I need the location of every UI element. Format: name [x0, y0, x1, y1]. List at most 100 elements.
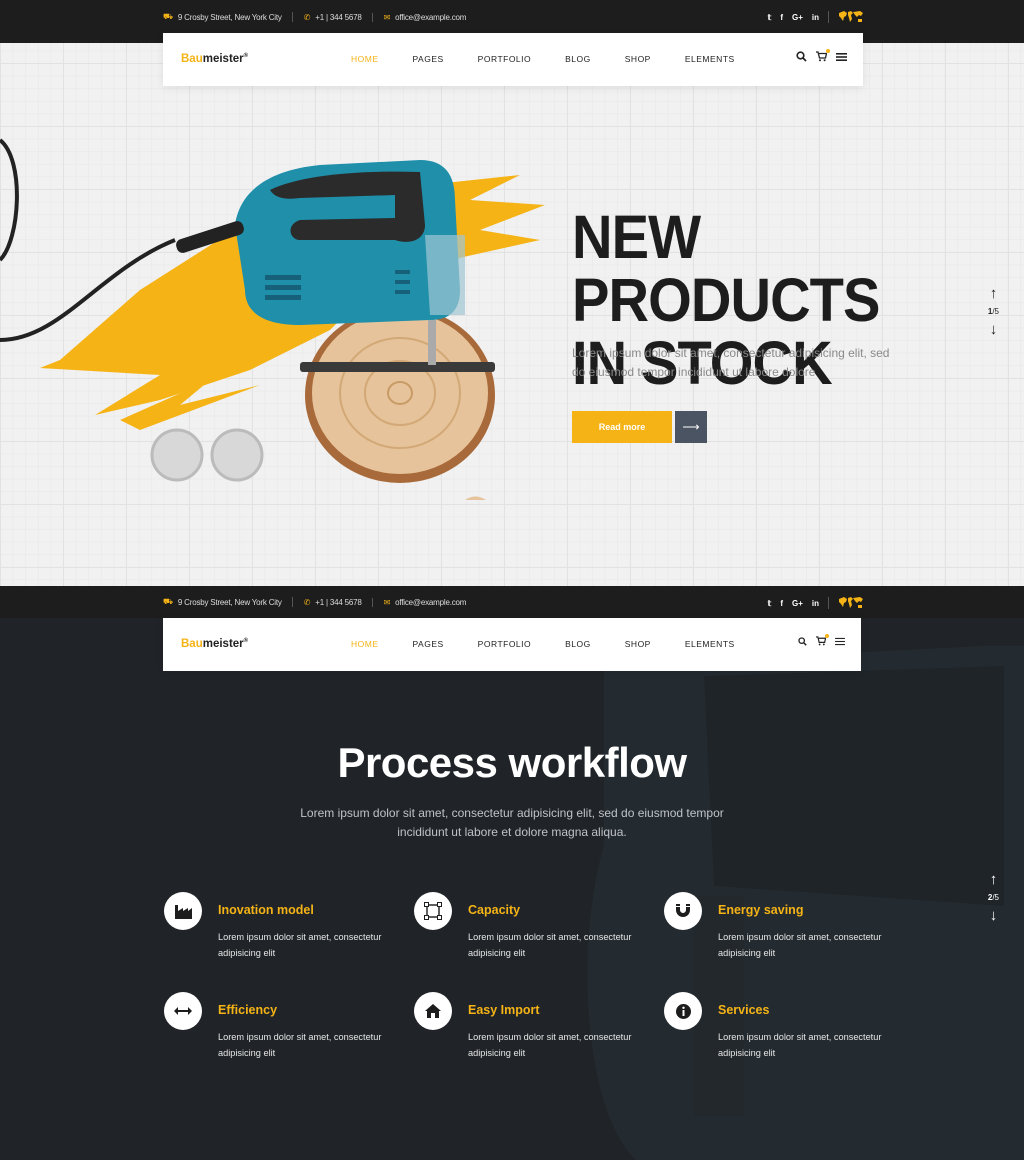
feature-title: Capacity	[468, 903, 521, 917]
hero-title-line1: NEW PRODUCTS	[572, 203, 880, 334]
menu-icon[interactable]	[835, 637, 845, 646]
nav-icons	[796, 49, 847, 62]
logo-accent-text: Bau	[181, 53, 203, 65]
menu-item-shop[interactable]: SHOP	[625, 54, 651, 64]
top-bar: ⛟ 9 Crosby Street, New York City ✆ +1 | …	[0, 586, 1024, 618]
menu-item-elements[interactable]: ELEMENTS	[685, 54, 735, 64]
cart-icon	[816, 636, 826, 646]
phone-text: +1 | 344 5678	[315, 12, 362, 22]
feature-text: Lorem ipsum dolor sit amet, consectetur …	[218, 1032, 382, 1058]
arrow-right-icon: ⟶	[682, 420, 700, 434]
search-icon[interactable]	[796, 51, 807, 62]
menu-item-portfolio[interactable]: PORTFOLIO	[478, 639, 531, 649]
section-title: Process workflow	[337, 739, 687, 786]
slide-total: /5	[992, 893, 999, 902]
world-map-icon[interactable]	[838, 596, 864, 610]
email-item[interactable]: ✉ office@example.com	[384, 13, 477, 22]
menu-item-pages[interactable]: PAGES	[413, 639, 444, 649]
address-item: ⛟ 9 Crosby Street, New York City	[163, 597, 293, 607]
jigsaw-image	[0, 138, 545, 500]
menu-item-elements[interactable]: ELEMENTS	[685, 639, 735, 649]
arrow-down-icon[interactable]: ↓	[990, 908, 998, 923]
hero-slide: ⛟ 9 Crosby Street, New York City ✆ +1 | …	[0, 0, 1024, 586]
twitter-icon[interactable]: 𝕥	[768, 599, 772, 608]
phone-icon: ✆	[303, 12, 311, 22]
google-plus-icon[interactable]: G+	[792, 13, 803, 22]
feature-text: Lorem ipsum dolor sit amet, consectetur …	[468, 932, 632, 958]
info-icon	[664, 992, 702, 1030]
feature-text: Lorem ipsum dolor sit amet, consectetur …	[718, 932, 882, 958]
logo-mark: ®	[243, 638, 249, 645]
slide-counter: 2/5	[988, 893, 999, 902]
cart-badge	[826, 49, 830, 53]
phone-item[interactable]: ✆ +1 | 344 5678	[303, 597, 373, 607]
feature-title: Efficiency	[218, 1003, 278, 1017]
social-links: 𝕥 f G+ in	[768, 10, 864, 24]
linkedin-icon[interactable]: in	[812, 13, 819, 22]
contact-info: ⛟ 9 Crosby Street, New York City ✆ +1 | …	[163, 597, 487, 607]
logo[interactable]: Baumeister®	[181, 638, 248, 650]
phone-item[interactable]: ✆ +1 | 344 5678	[303, 12, 373, 22]
social-links: 𝕥 f G+ in	[768, 596, 864, 610]
email-text: office@example.com	[395, 597, 467, 607]
arrows-horizontal-icon	[164, 992, 202, 1030]
main-menu: HOME PAGES PORTFOLIO BLOG SHOP ELEMENTS	[351, 639, 769, 649]
address-text: 9 Crosby Street, New York City	[177, 12, 282, 22]
factory-icon	[164, 892, 202, 930]
linkedin-icon[interactable]: in	[812, 599, 819, 608]
feature-title: Services	[718, 1003, 770, 1017]
facebook-icon[interactable]: f	[780, 599, 783, 608]
phone-text: +1 | 344 5678	[315, 597, 362, 607]
slide-counter: 1/5	[988, 307, 999, 316]
main-navbar: Baumeister® HOME PAGES PORTFOLIO BLOG SH…	[163, 618, 861, 671]
read-more-button[interactable]: Read more	[572, 411, 672, 443]
feature-text: Lorem ipsum dolor sit amet, consectetur …	[218, 932, 382, 958]
menu-item-blog[interactable]: BLOG	[565, 54, 591, 64]
contact-info: ⛟ 9 Crosby Street, New York City ✆ +1 | …	[163, 12, 487, 22]
search-icon[interactable]	[798, 636, 807, 646]
arrow-up-icon[interactable]: ↑	[990, 286, 998, 301]
magnet-icon	[664, 892, 702, 930]
slide-total: /5	[992, 307, 999, 316]
menu-item-shop[interactable]: SHOP	[625, 639, 651, 649]
logo-text: meister	[202, 638, 244, 650]
truck-icon: ⛟	[163, 12, 173, 21]
hero-text: Lorem ipsum dolor sit amet, consectetur …	[572, 346, 890, 379]
main-menu: HOME PAGES PORTFOLIO BLOG SHOP ELEMENTS	[351, 54, 769, 64]
logo-mark: ®	[243, 53, 249, 60]
menu-item-portfolio[interactable]: PORTFOLIO	[478, 54, 531, 64]
arrow-up-icon[interactable]: ↑	[990, 872, 998, 887]
truck-icon: ⛟	[163, 597, 173, 606]
email-text: office@example.com	[395, 12, 467, 22]
menu-item-pages[interactable]: PAGES	[413, 54, 444, 64]
vector-icon	[414, 892, 452, 930]
process-slide: ⛟ 9 Crosby Street, New York City ✆ +1 | …	[0, 586, 1024, 1160]
divider	[828, 11, 829, 23]
menu-item-home[interactable]: HOME	[351, 639, 379, 649]
feature-title: Energy saving	[718, 903, 804, 917]
cart-icon	[816, 51, 827, 62]
cart-button[interactable]	[816, 49, 830, 62]
cart-badge	[825, 634, 829, 638]
menu-item-blog[interactable]: BLOG	[565, 639, 591, 649]
slide-pager: ↑ 2/5 ↓	[988, 872, 999, 923]
envelope-icon: ✉	[383, 597, 391, 607]
menu-icon[interactable]	[836, 52, 847, 62]
logo[interactable]: Baumeister®	[181, 53, 248, 65]
twitter-icon[interactable]: 𝕥	[768, 13, 772, 22]
envelope-icon: ✉	[383, 12, 391, 22]
feature-text: Lorem ipsum dolor sit amet, consectetur …	[468, 1032, 632, 1058]
nav-icons	[798, 634, 845, 646]
phone-icon: ✆	[303, 597, 311, 607]
email-item[interactable]: ✉ office@example.com	[384, 598, 477, 607]
world-map-icon[interactable]	[838, 10, 864, 24]
slide-pager: ↑ 1/5 ↓	[988, 286, 999, 337]
menu-item-home[interactable]: HOME	[351, 54, 379, 64]
cart-button[interactable]	[816, 634, 829, 646]
divider	[828, 597, 829, 609]
next-arrow-button[interactable]: ⟶	[675, 411, 707, 443]
google-plus-icon[interactable]: G+	[792, 599, 803, 608]
facebook-icon[interactable]: f	[780, 13, 783, 22]
arrow-down-icon[interactable]: ↓	[990, 322, 998, 337]
section-text: Lorem ipsum dolor sit amet, consectetur …	[300, 806, 724, 839]
